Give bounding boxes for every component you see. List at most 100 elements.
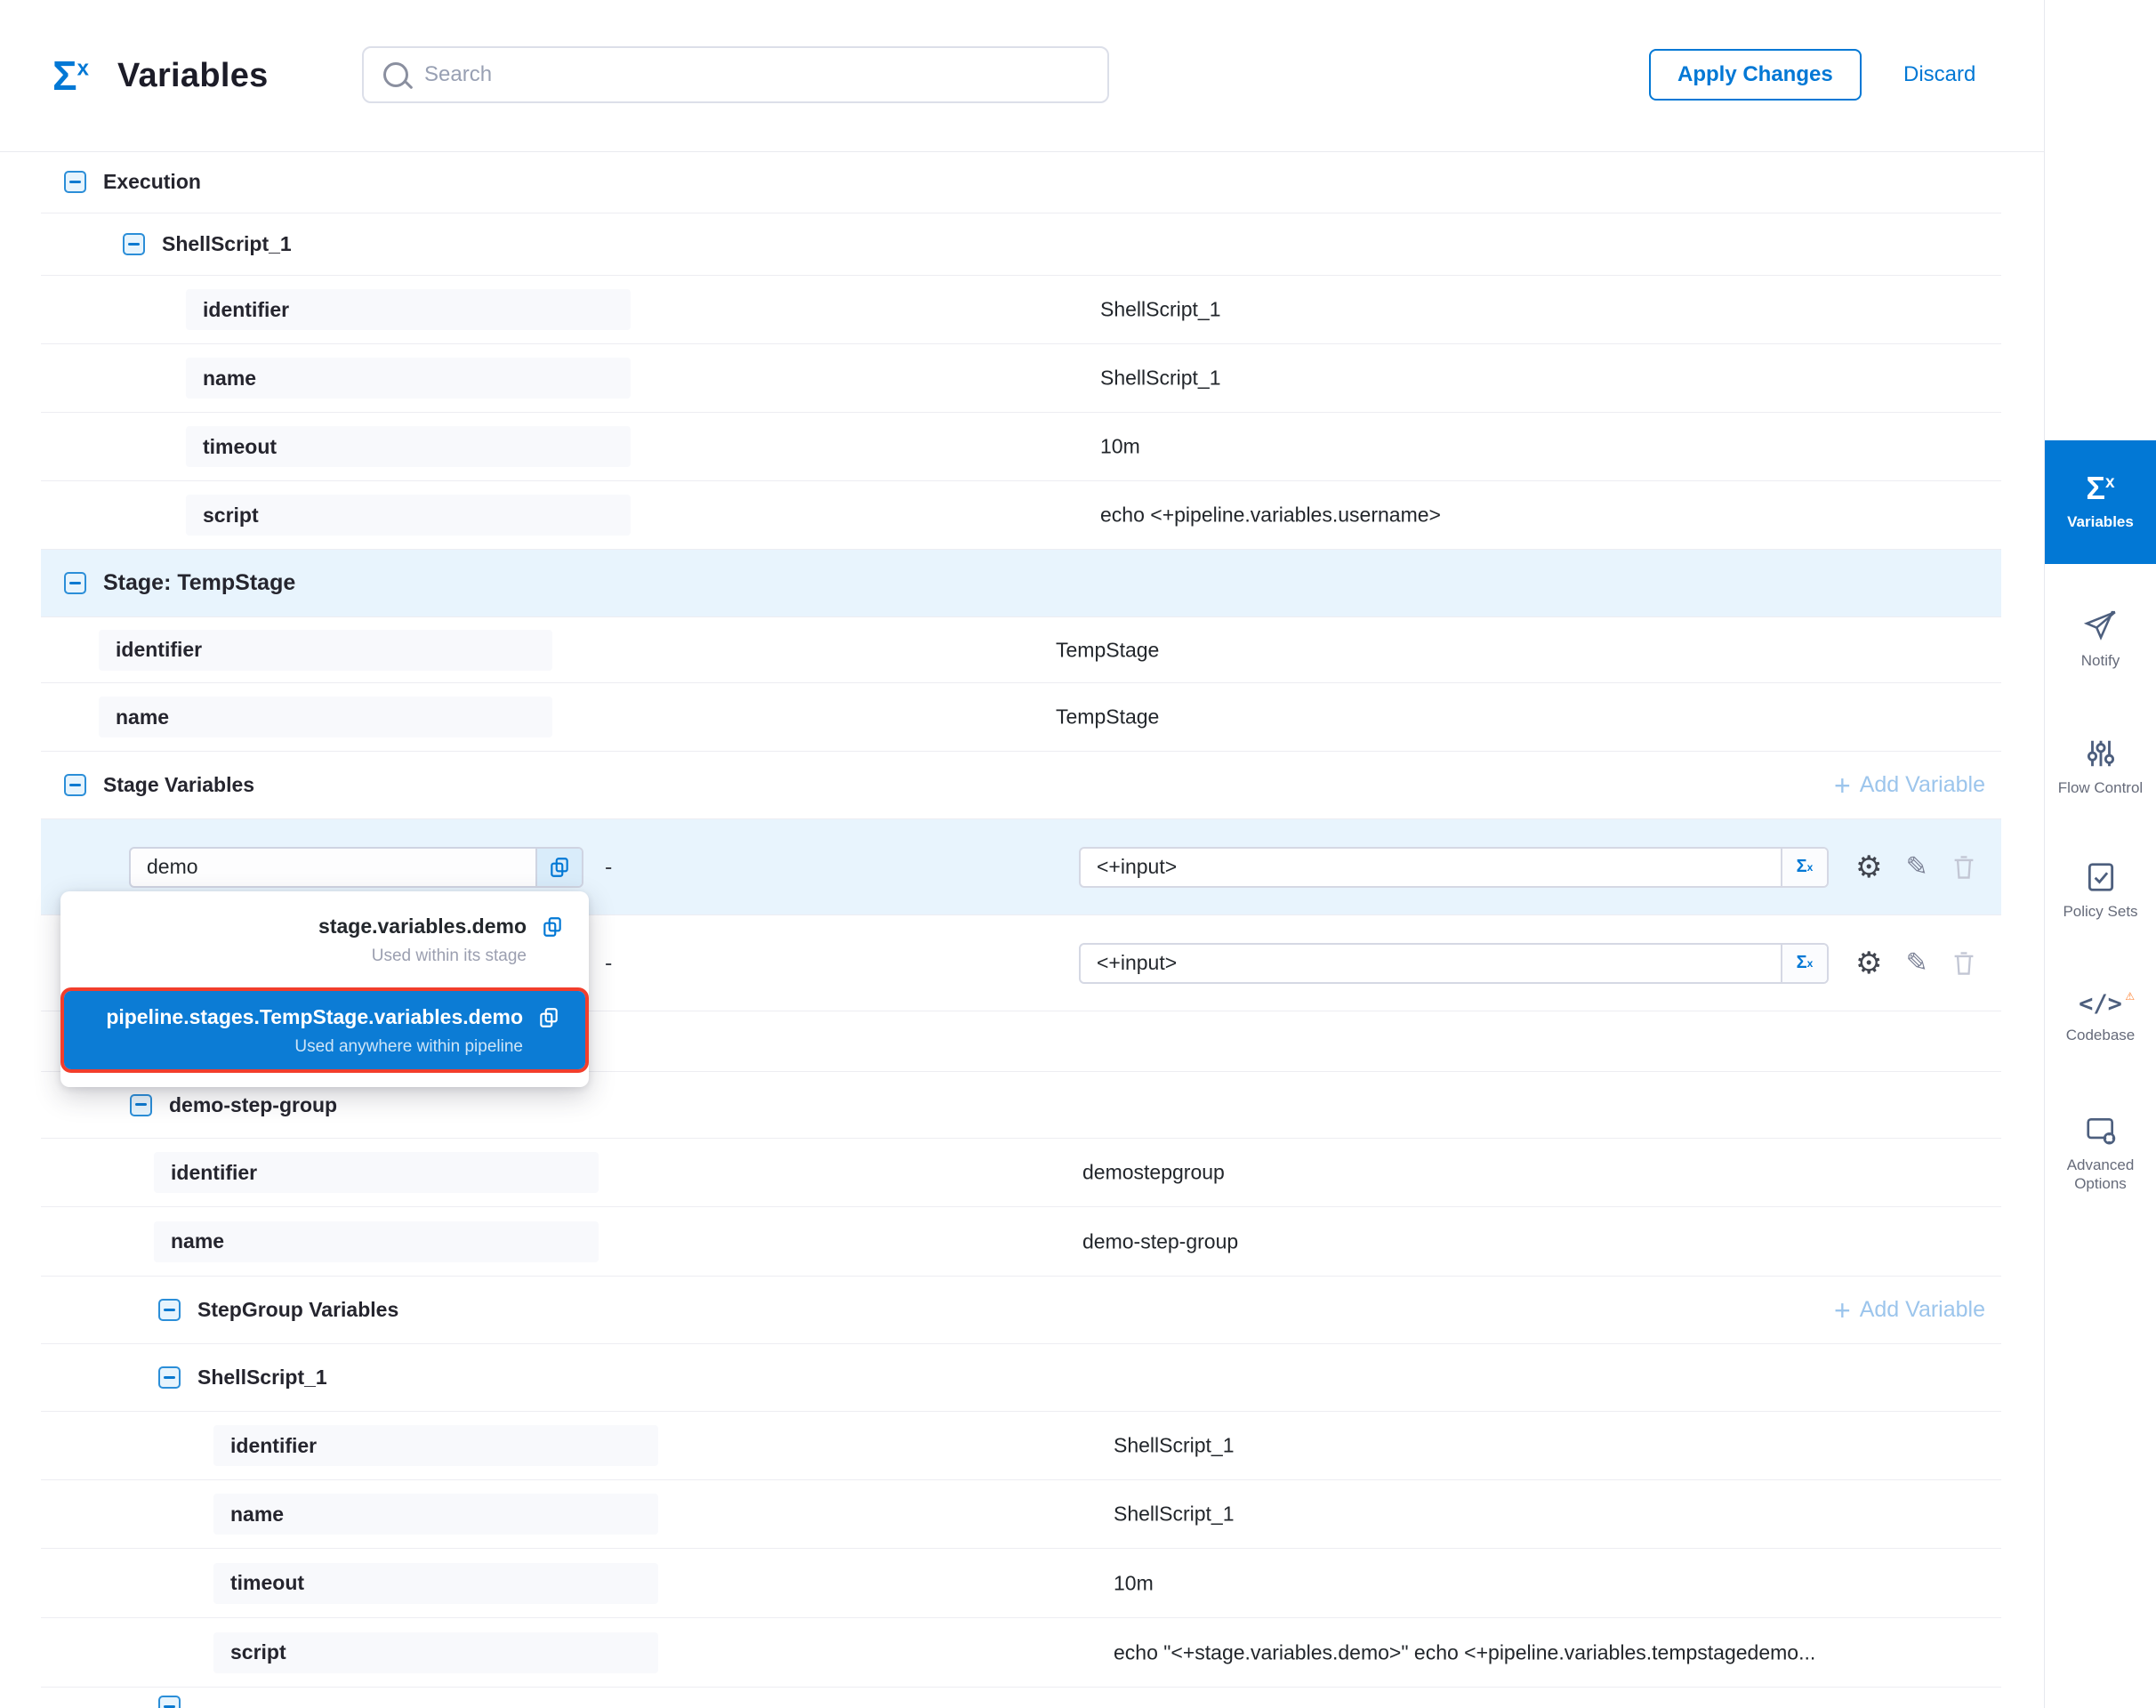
add-variable-label: Add Variable bbox=[1860, 772, 1985, 798]
key-field[interactable]: name bbox=[213, 1494, 658, 1535]
value-text: ShellScript_1 bbox=[1100, 367, 1221, 391]
tree-row-execution: Execution bbox=[41, 151, 2001, 214]
key-field[interactable]: script bbox=[186, 495, 631, 536]
sidebar-item-label: Advanced Options bbox=[2058, 1156, 2144, 1194]
value-text: echo <+pipeline.variables.username> bbox=[1100, 504, 1441, 528]
sidebar-item-advanced-options[interactable]: Advanced Options bbox=[2045, 1114, 2156, 1194]
sliders-icon bbox=[2084, 737, 2118, 770]
sidebar-item-label: Flow Control bbox=[2058, 778, 2143, 797]
kv-row-nested-name: name ShellScript_1 bbox=[41, 1480, 2001, 1549]
collapse-icon[interactable] bbox=[158, 1299, 181, 1321]
popup-option-stage-scope[interactable]: stage.variables.demo Used within its sta… bbox=[60, 914, 589, 987]
settings-icon[interactable]: ⚙ bbox=[1855, 948, 1882, 979]
variable-value-input[interactable]: <+input> Σx bbox=[1079, 847, 1829, 888]
sidebar-item-codebase[interactable]: </>⚠ Codebase bbox=[2045, 990, 2156, 1044]
kv-row-script: script echo <+pipeline.variables.usernam… bbox=[41, 481, 2001, 550]
key-field[interactable]: name bbox=[99, 697, 552, 737]
discard-button[interactable]: Discard bbox=[1903, 49, 1975, 101]
edit-icon[interactable]: ✎ bbox=[1905, 854, 1927, 881]
input-type-selector[interactable]: Σx bbox=[1781, 945, 1827, 982]
sidebar-item-policy-sets[interactable]: Policy Sets bbox=[2045, 860, 2156, 921]
key-field[interactable]: timeout bbox=[213, 1563, 658, 1604]
sidebar-item-label: Notify bbox=[2081, 651, 2120, 670]
kv-row-sg-identifier: identifier demostepgroup bbox=[41, 1139, 2001, 1207]
collapse-icon[interactable] bbox=[158, 1696, 181, 1708]
highlight-annotation: pipeline.stages.TempStage.variables.demo… bbox=[60, 987, 589, 1073]
group-label: demo-step-group bbox=[169, 1093, 337, 1117]
copy-icon bbox=[548, 856, 571, 879]
plus-icon: + bbox=[1834, 771, 1851, 800]
variable-value-text: <+input> bbox=[1081, 855, 1781, 879]
key-field[interactable]: name bbox=[154, 1221, 599, 1262]
key-field[interactable]: identifier bbox=[99, 630, 552, 671]
variable-scope-text: Used within its stage bbox=[60, 947, 589, 966]
popup-option-pipeline-scope[interactable]: pipeline.stages.TempStage.variables.demo… bbox=[64, 991, 585, 1069]
collapse-icon[interactable] bbox=[64, 774, 86, 796]
kv-row-nested-script: script echo "<+stage.variables.demo>" ec… bbox=[41, 1618, 2001, 1688]
collapse-icon[interactable] bbox=[158, 1366, 181, 1389]
sidebar-item-flow-control[interactable]: Flow Control bbox=[2045, 737, 2156, 797]
collapse-icon[interactable] bbox=[64, 572, 86, 594]
variables-sigma-icon: Σx bbox=[52, 55, 89, 96]
row-actions: ⚙ ✎ bbox=[1855, 948, 1976, 979]
stage-label: Stage: TempStage bbox=[103, 570, 295, 596]
delete-icon[interactable] bbox=[1951, 950, 1976, 977]
add-variable-button[interactable]: + Add Variable bbox=[1834, 1296, 1985, 1325]
variable-value-input[interactable]: <+input> Σx bbox=[1079, 943, 1829, 984]
settings-icon[interactable]: ⚙ bbox=[1855, 852, 1882, 882]
group-label: ShellScript_1 bbox=[197, 1366, 327, 1390]
header: Σx Variables Apply Changes Discard bbox=[0, 0, 2045, 152]
key-field[interactable]: identifier bbox=[154, 1152, 599, 1193]
value-text: ShellScript_1 bbox=[1114, 1503, 1235, 1527]
kv-row-sg-name: name demo-step-group bbox=[41, 1207, 2001, 1277]
search-box[interactable] bbox=[362, 46, 1109, 103]
sidebar-item-variables[interactable]: Σx Variables bbox=[2045, 440, 2156, 564]
collapse-icon[interactable] bbox=[64, 171, 86, 193]
kv-row-identifier: identifier ShellScript_1 bbox=[41, 276, 2001, 344]
group-label: ShellScript_1 bbox=[162, 232, 292, 256]
tree-row-nested-shellscript1: ShellScript_1 bbox=[41, 1344, 2001, 1412]
key-field[interactable]: name bbox=[186, 358, 631, 399]
kv-row-timeout: timeout 10m bbox=[41, 413, 2001, 481]
tree-row-stage-tempstage: Stage: TempStage bbox=[41, 550, 2001, 617]
advanced-options-icon bbox=[2084, 1114, 2118, 1148]
add-variable-button[interactable]: + Add Variable bbox=[1834, 771, 1985, 800]
sidebar-nav: Σx Variables Notify Flow Control Policy … bbox=[2045, 440, 2156, 1194]
apply-changes-button[interactable]: Apply Changes bbox=[1649, 49, 1862, 101]
variable-path-popup: stage.variables.demo Used within its sta… bbox=[60, 891, 589, 1087]
kv-row-nested-timeout: timeout 10m bbox=[41, 1549, 2001, 1618]
value-text: TempStage bbox=[1056, 705, 1159, 729]
group-label: Execution bbox=[103, 170, 201, 194]
value-text: demostepgroup bbox=[1082, 1161, 1225, 1185]
kv-row-nested-identifier: identifier ShellScript_1 bbox=[41, 1412, 2001, 1480]
variable-path-text: stage.variables.demo bbox=[318, 914, 527, 939]
variable-name-value: demo bbox=[131, 855, 535, 879]
tree-row-partial bbox=[41, 1688, 2001, 1708]
copy-icon[interactable] bbox=[541, 915, 564, 939]
search-icon bbox=[383, 62, 408, 87]
collapse-icon[interactable] bbox=[130, 1094, 152, 1116]
kv-row-name: name ShellScript_1 bbox=[41, 344, 2001, 413]
required-separator: - bbox=[605, 854, 612, 880]
key-field[interactable]: identifier bbox=[186, 289, 631, 330]
variable-value-text: <+input> bbox=[1081, 951, 1781, 975]
add-variable-label: Add Variable bbox=[1860, 1297, 1985, 1323]
copy-variable-button[interactable] bbox=[535, 849, 582, 886]
collapse-icon[interactable] bbox=[123, 233, 145, 255]
copy-icon[interactable] bbox=[537, 1006, 560, 1029]
tree-row-shellscript1: ShellScript_1 bbox=[41, 214, 2001, 276]
search-input[interactable] bbox=[422, 61, 1093, 88]
right-sidebar: Σx Variables Notify Flow Control Policy … bbox=[2044, 0, 2156, 1708]
delete-icon[interactable] bbox=[1951, 854, 1976, 881]
code-brackets-icon: </>⚠ bbox=[2079, 990, 2122, 1018]
variable-name-input[interactable]: demo bbox=[129, 847, 583, 888]
kv-row-stage-identifier: identifier TempStage bbox=[41, 617, 2001, 683]
required-separator: - bbox=[605, 950, 612, 976]
warning-icon: ⚠ bbox=[2126, 987, 2135, 1004]
sidebar-item-notify[interactable]: Notify bbox=[2045, 609, 2156, 670]
edit-icon[interactable]: ✎ bbox=[1905, 950, 1927, 977]
key-field[interactable]: identifier bbox=[213, 1425, 658, 1466]
input-type-selector[interactable]: Σx bbox=[1781, 849, 1827, 886]
key-field[interactable]: script bbox=[213, 1632, 658, 1673]
key-field[interactable]: timeout bbox=[186, 426, 631, 467]
